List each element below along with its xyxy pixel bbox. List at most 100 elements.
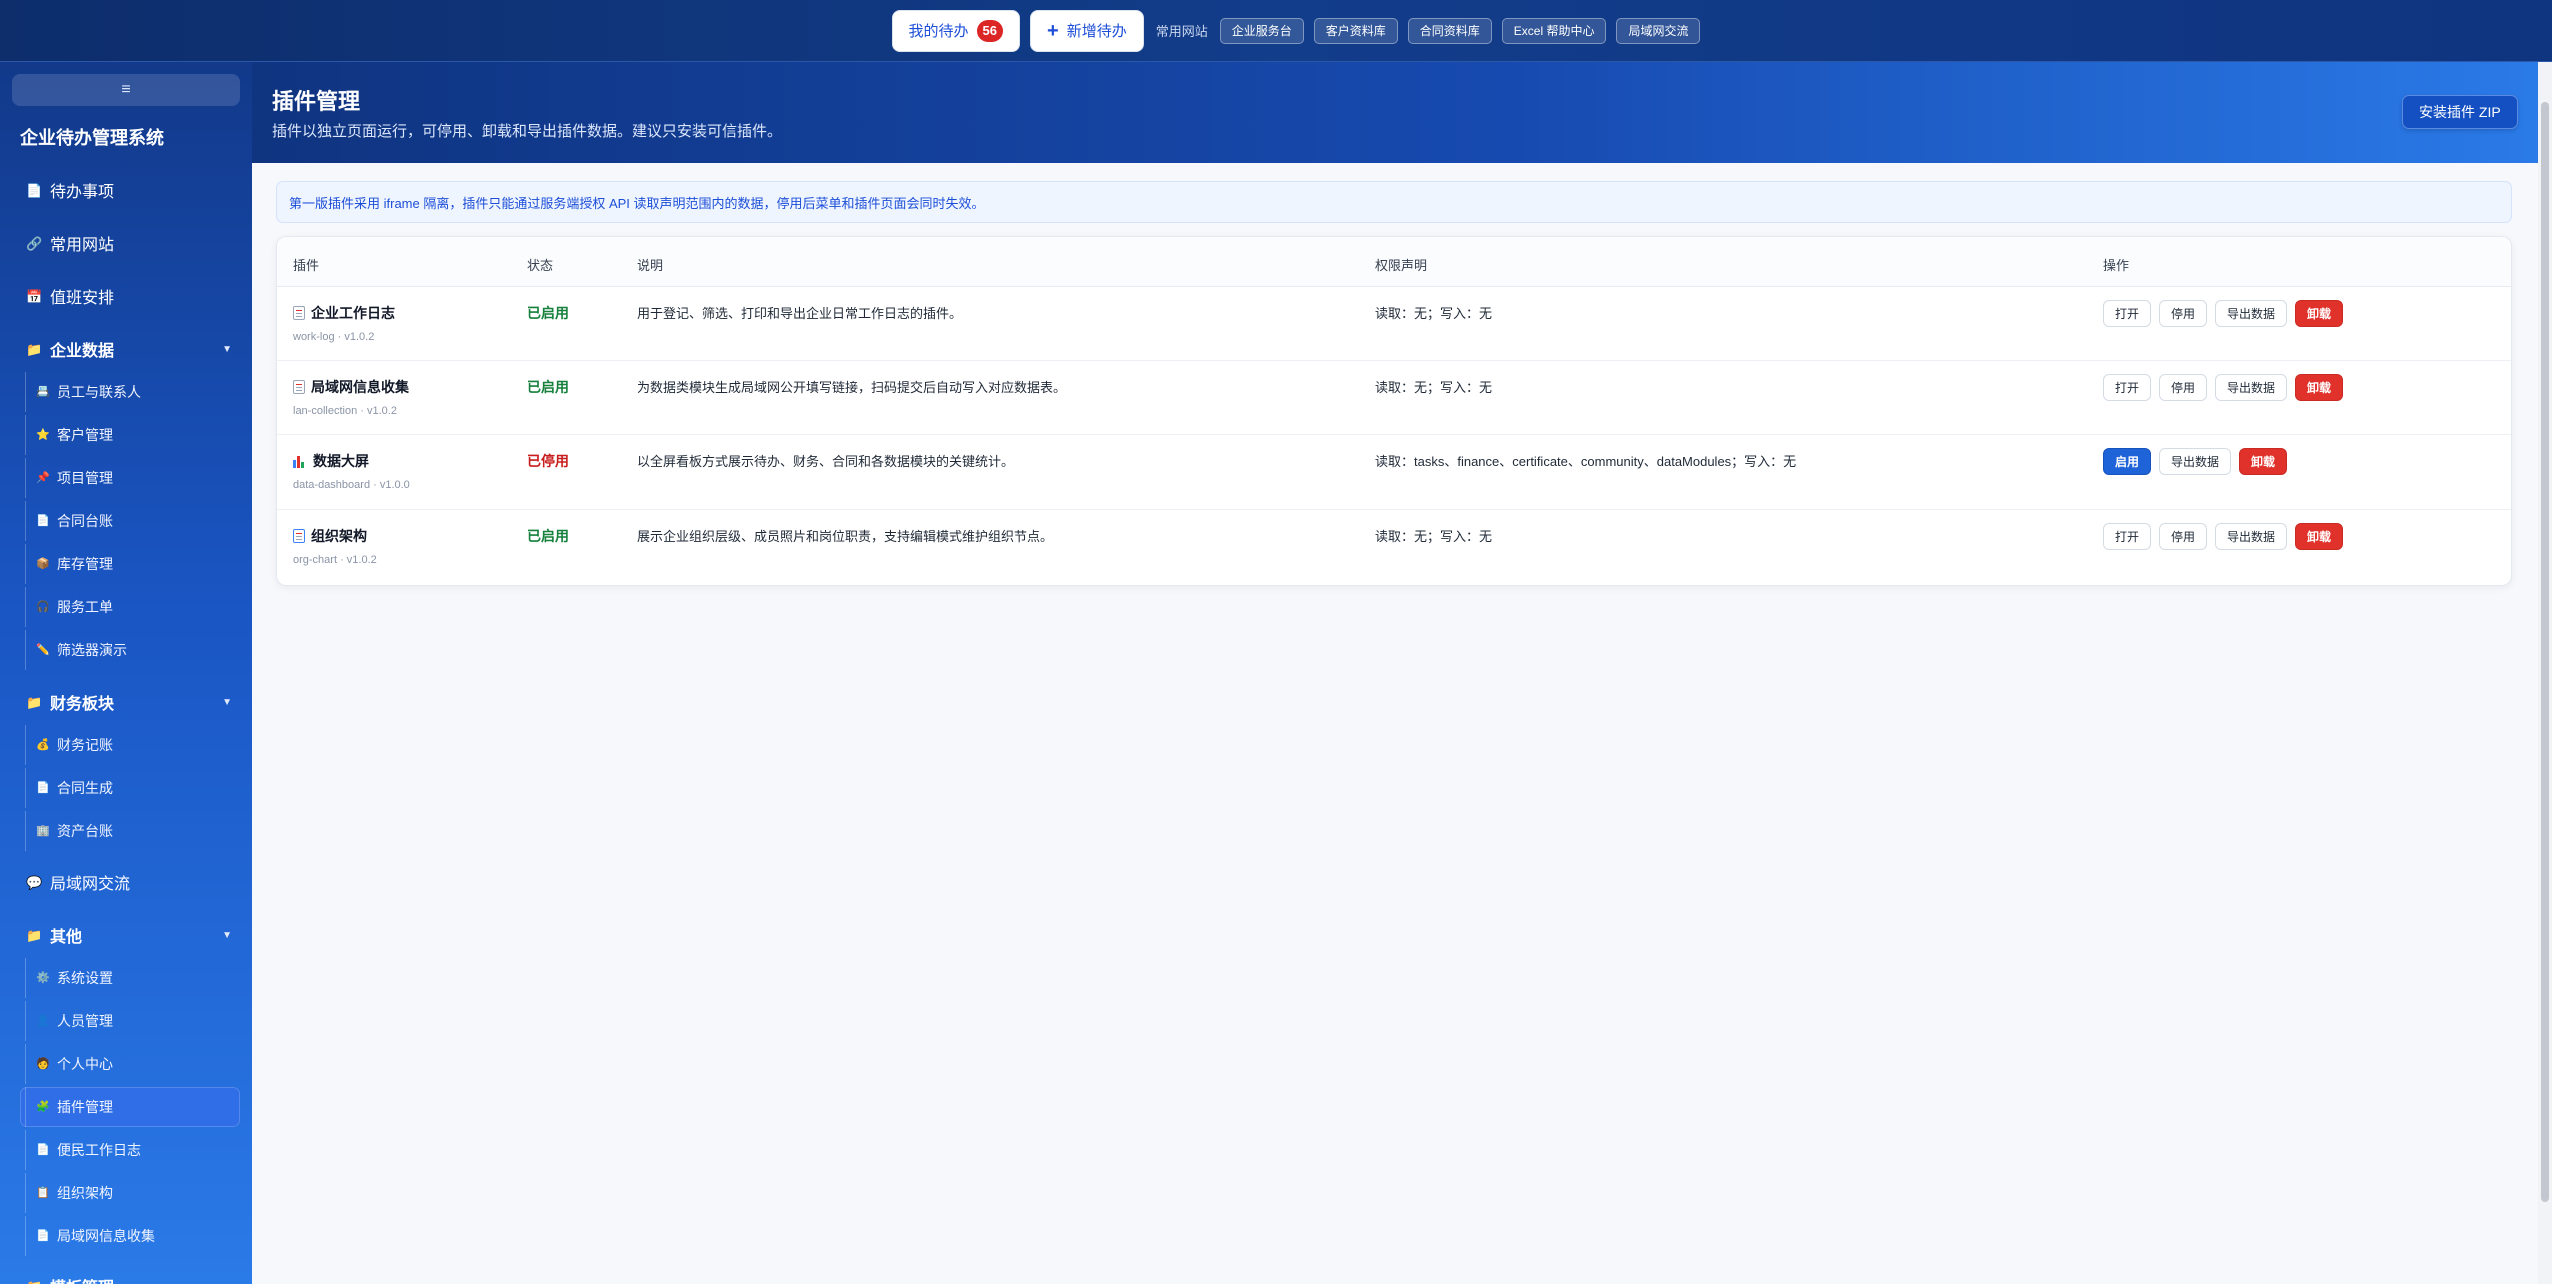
plugin-meta: work-log · v1.0.2 (293, 331, 375, 343)
uninstall-button[interactable]: 卸载 (2295, 523, 2344, 550)
sidebar-item-plugin-mgmt[interactable]: 🧩 插件管理 (20, 1087, 240, 1127)
todo-count-badge: 56 (976, 19, 1003, 42)
sidebar-item-assets[interactable]: 🏢 资产台账 (20, 811, 240, 851)
building-icon: 🏢 (36, 824, 50, 837)
export-data-button[interactable]: 导出数据 (2215, 300, 2288, 327)
row-actions: 打开 停用 导出数据 卸载 (2103, 300, 2344, 327)
uninstall-button[interactable]: 卸载 (2295, 374, 2344, 401)
column-header-permissions: 权限声明 (1375, 258, 1428, 273)
disable-button[interactable]: 停用 (2159, 300, 2208, 327)
open-button[interactable]: 打开 (2103, 300, 2152, 327)
org-icon (293, 529, 305, 543)
sidebar-item-inventory[interactable]: 📦 库存管理 (20, 544, 240, 584)
site-link-customer-db[interactable]: 客户资料库 (1313, 17, 1398, 44)
sidebar-item-filter-demo[interactable]: ✏️ 筛选器演示 (20, 630, 240, 670)
sidebar-item-system-settings[interactable]: ⚙️ 系统设置 (20, 958, 240, 998)
calendar-icon: 📅 (26, 288, 43, 304)
open-button[interactable]: 打开 (2103, 374, 2152, 401)
scrollbar-thumb[interactable] (2541, 102, 2549, 1202)
sidebar-item-label: 常用网站 (50, 237, 115, 254)
sidebar-item-todos[interactable]: 📄 待办事项 (26, 178, 114, 202)
site-link-contract-db[interactable]: 合同资料库 (1407, 17, 1492, 44)
sidebar-item-projects[interactable]: 📌 项目管理 (20, 458, 240, 498)
sidebar-item-common-sites[interactable]: 🔗 常用网站 (26, 231, 114, 255)
sidebar-group-templates[interactable]: 📁 模板管理 (26, 1274, 232, 1284)
sidebar-item-worklog[interactable]: 📄 便民工作日志 (20, 1130, 240, 1170)
user-icon: 👤 (36, 1014, 50, 1027)
sidebar-item-label: 值班安排 (50, 290, 115, 307)
export-data-button[interactable]: 导出数据 (2215, 374, 2288, 401)
plugin-name: 局域网信息收集 (293, 377, 409, 397)
chevron-down-icon: ▼ (222, 343, 232, 355)
sidebar-item-service-tickets[interactable]: 🎧 服务工单 (20, 587, 240, 627)
app-title: 企业待办管理系统 (20, 128, 164, 148)
disable-button[interactable]: 停用 (2159, 523, 2208, 550)
plugin-name: 企业工作日志 (293, 303, 395, 323)
document-icon (293, 306, 305, 320)
status-badge: 已启用 (527, 528, 569, 544)
table-row: 企业工作日志 work-log · v1.0.2 已启用 用于登记、筛选、打印和… (277, 287, 2511, 361)
enable-button[interactable]: 启用 (2103, 448, 2152, 475)
info-notice: 第一版插件采用 iframe 隔离，插件只能通过服务端授权 API 读取声明范围… (276, 181, 2512, 223)
page-title: 插件管理 (272, 89, 361, 114)
uninstall-button[interactable]: 卸载 (2239, 448, 2288, 475)
puzzle-icon: 🧩 (36, 1100, 50, 1113)
sidebar-item-contract-gen[interactable]: 📄 合同生成 (20, 768, 240, 808)
sidebar: ≡ 企业待办管理系统 📄 待办事项 🔗 常用网站 📅 值班安排 📁 企业数据 ▼… (0, 62, 252, 1284)
sidebar-item-label: 库存管理 (57, 556, 113, 572)
star-icon: ⭐ (36, 428, 50, 441)
sidebar-item-employees[interactable]: 📇 员工与联系人 (20, 372, 240, 412)
folder-icon: 📁 (26, 927, 43, 943)
chevron-down-icon: ▼ (222, 696, 232, 708)
install-plugin-zip-button[interactable]: 安装插件 ZIP (2402, 95, 2518, 129)
sidebar-item-duty[interactable]: 📅 值班安排 (26, 284, 114, 308)
headset-icon: 🎧 (36, 600, 50, 613)
document-icon: 📄 (36, 1229, 50, 1242)
sidebar-item-org-chart[interactable]: 📋 组织架构 (20, 1173, 240, 1213)
export-data-button[interactable]: 导出数据 (2215, 523, 2288, 550)
row-actions: 打开 停用 导出数据 卸载 (2103, 523, 2344, 550)
plugin-name-text: 组织架构 (311, 528, 367, 544)
link-icon: 🔗 (26, 235, 43, 251)
disable-button[interactable]: 停用 (2159, 374, 2208, 401)
sidebar-item-lan-chat[interactable]: 💬 局域网交流 (26, 870, 130, 894)
my-todo-button[interactable]: 我的待办 56 (891, 9, 1020, 52)
folder-icon: 📁 (26, 1280, 42, 1284)
sidebar-toggle-button[interactable]: ≡ (12, 74, 240, 106)
sidebar-group-other[interactable]: 📁 其他 ▼ (26, 923, 232, 947)
plugin-description: 为数据类模块生成局域网公开填写链接，扫码提交后自动写入对应数据表。 (637, 380, 1067, 395)
uninstall-button[interactable]: 卸载 (2295, 300, 2344, 327)
pin-icon: 📌 (36, 471, 50, 484)
open-button[interactable]: 打开 (2103, 523, 2152, 550)
column-header-status: 状态 (527, 258, 554, 273)
row-actions: 启用 导出数据 卸载 (2103, 448, 2288, 475)
export-data-button[interactable]: 导出数据 (2159, 448, 2232, 475)
pencil-icon: ✏️ (36, 643, 50, 656)
sidebar-group-label: 其他 (50, 929, 83, 946)
sidebar-item-customers[interactable]: ⭐ 客户管理 (20, 415, 240, 455)
bar-chart-icon (293, 454, 307, 468)
sidebar-item-label: 资产台账 (57, 823, 113, 839)
sidebar-item-user-mgmt[interactable]: 👤 人员管理 (20, 1001, 240, 1041)
sidebar-group-enterprise-data[interactable]: 📁 企业数据 ▼ (26, 337, 232, 361)
site-link-lan-chat[interactable]: 局域网交流 (1616, 17, 1701, 44)
site-link-service-desk[interactable]: 企业服务台 (1219, 17, 1304, 44)
sidebar-item-profile[interactable]: 🧑 个人中心 (20, 1044, 240, 1084)
status-badge: 已停用 (527, 453, 569, 469)
top-bar-actions: 我的待办 56 + 新增待办 常用网站 企业服务台 客户资料库 合同资料库 Ex… (891, 9, 1701, 52)
sidebar-item-bookkeeping[interactable]: 💰 财务记账 (20, 725, 240, 765)
sidebar-item-label: 服务工单 (57, 599, 113, 615)
new-todo-button[interactable]: + 新增待办 (1030, 9, 1144, 52)
page-scrollbar[interactable] (2538, 62, 2552, 1284)
document-icon (293, 380, 305, 394)
sidebar-item-contract-ledger[interactable]: 📄 合同台账 (20, 501, 240, 541)
sidebar-item-lan-collection[interactable]: 📄 局域网信息收集 (20, 1216, 240, 1256)
site-link-excel-help[interactable]: Excel 帮助中心 (1501, 17, 1607, 44)
sidebar-group-finance[interactable]: 📁 财务板块 ▼ (26, 690, 232, 714)
sidebar-item-label: 财务记账 (57, 737, 113, 753)
status-badge: 已启用 (527, 305, 569, 321)
plugin-description: 用于登记、筛选、打印和导出企业日常工作日志的插件。 (637, 306, 963, 321)
user-icon: 🧑 (36, 1057, 50, 1070)
sidebar-group-label: 企业数据 (50, 343, 115, 360)
sidebar-item-label: 组织架构 (57, 1185, 113, 1201)
